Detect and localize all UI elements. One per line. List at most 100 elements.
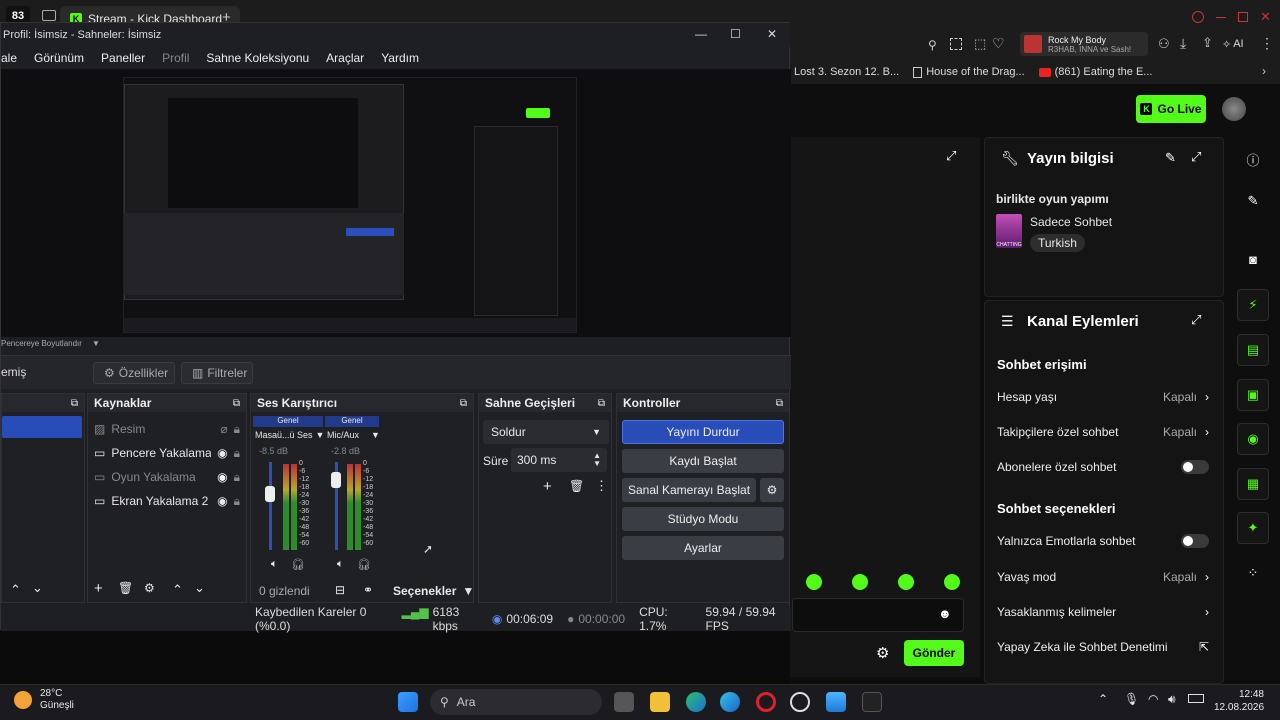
download-icon[interactable]: ⤓ bbox=[1180, 35, 1186, 52]
scene-item-selected[interactable] bbox=[2, 416, 82, 438]
edge-icon[interactable] bbox=[686, 692, 706, 712]
mixer-layout-icon[interactable]: ⊟ bbox=[335, 583, 345, 597]
start-recording-button[interactable]: Kaydı Başlat bbox=[622, 449, 784, 473]
screenshot-icon[interactable] bbox=[950, 38, 962, 50]
info-icon[interactable]: ⓘ bbox=[1237, 143, 1269, 175]
desktop-audio-name[interactable]: Masaü...ü Ses ▼ bbox=[255, 430, 324, 440]
stream-preview[interactable] bbox=[123, 77, 577, 333]
profile-icon[interactable]: ⚇ bbox=[1158, 36, 1170, 52]
notes-icon[interactable]: ▤ bbox=[1237, 334, 1269, 366]
edit-rail-icon[interactable]: ✎ bbox=[1237, 185, 1269, 217]
float-icon[interactable]: ⧉ bbox=[598, 398, 605, 409]
menu-tools[interactable]: Araçlar bbox=[326, 51, 364, 65]
bookmark-lost[interactable]: Lost 3. Sezon 12. B... bbox=[794, 66, 899, 78]
emote-icon[interactable] bbox=[898, 574, 914, 590]
weather-widget[interactable]: 28°C Güneşli bbox=[14, 688, 74, 712]
scene-down-icon[interactable]: ⌄ bbox=[32, 580, 43, 596]
source-item[interactable]: ▭ Pencere Yakalama ◉ 🔒︎ bbox=[94, 442, 240, 464]
float-icon[interactable]: ⧉ bbox=[233, 398, 240, 409]
emoji-icon[interactable]: ☻ bbox=[938, 606, 952, 621]
speaker-icon[interactable]: 🔈︎ bbox=[271, 558, 278, 571]
obs-icon[interactable] bbox=[790, 692, 810, 712]
taskbar-clock[interactable]: 12:48 12.08.2026 bbox=[1214, 688, 1264, 714]
tab-actions-icon[interactable] bbox=[42, 10, 56, 21]
category-name[interactable]: Sadece Sohbet bbox=[1030, 215, 1112, 229]
followers-only-row[interactable]: Takipçilere özel sohbet Kapalı › bbox=[997, 425, 1209, 439]
trash-icon[interactable]: 🗑︎ bbox=[118, 581, 133, 595]
desktop-fader-handle[interactable] bbox=[265, 486, 275, 502]
stop-stream-button[interactable]: Yayını Durdur bbox=[622, 420, 784, 444]
photos-icon[interactable] bbox=[826, 692, 846, 712]
menu-docks[interactable]: Paneller bbox=[101, 51, 145, 65]
eye-hidden-icon[interactable]: ⌀ bbox=[220, 422, 227, 436]
add-transition-icon[interactable]: + bbox=[543, 478, 552, 495]
app-icon[interactable] bbox=[862, 692, 882, 712]
menu-scene-collection[interactable]: Sahne Koleksiyonu bbox=[206, 51, 309, 65]
share-icon[interactable]: ⇪ bbox=[1202, 35, 1213, 51]
eye-icon[interactable]: ◉ bbox=[217, 446, 227, 460]
task-view-icon[interactable] bbox=[614, 692, 634, 712]
studio-mode-button[interactable]: Stüdyo Modu bbox=[622, 507, 784, 531]
transition-select[interactable]: Soldur ▼ bbox=[483, 420, 609, 444]
menu-view[interactable]: Görünüm bbox=[34, 51, 84, 65]
lightning-icon[interactable]: ⚡︎ bbox=[1237, 289, 1269, 321]
headphones-icon[interactable]: 🎧︎ bbox=[357, 558, 371, 571]
close-icon[interactable]: ✕ bbox=[767, 27, 777, 41]
lock-icon[interactable]: 🔒︎ bbox=[234, 422, 240, 437]
source-item[interactable]: ▨ Resim ⌀ 🔒︎ bbox=[94, 418, 240, 440]
extension-icon[interactable]: ⬚ bbox=[974, 36, 986, 52]
opera-icon[interactable] bbox=[756, 692, 776, 712]
broadcast-icon[interactable]: ◉ bbox=[1237, 423, 1269, 455]
account-age-row[interactable]: Hesap yaşı Kapalı › bbox=[997, 390, 1209, 404]
ai-moderation-row[interactable]: Yapay Zeka ile Sohbet Denetimi ⇱ bbox=[997, 640, 1209, 654]
source-up-icon[interactable]: ⌃ bbox=[172, 582, 183, 598]
float-icon[interactable]: ⧉ bbox=[776, 398, 783, 409]
speaker-icon[interactable]: 🔈︎ bbox=[337, 558, 344, 571]
menu-file[interactable]: ale bbox=[1, 51, 17, 65]
source-down-icon[interactable]: ⌄ bbox=[194, 580, 205, 596]
layout-icon[interactable]: ▦ bbox=[1237, 468, 1269, 500]
lock-icon[interactable]: 🔒︎ bbox=[234, 470, 240, 485]
mixer-options-button[interactable]: Seçenekler ▼ bbox=[393, 584, 474, 598]
user-avatar[interactable] bbox=[1222, 97, 1246, 121]
browser-menu-icon[interactable]: ⋮ bbox=[1260, 35, 1274, 52]
file-explorer-icon[interactable] bbox=[650, 692, 670, 712]
emote-icon[interactable] bbox=[806, 574, 822, 590]
maximize-icon[interactable]: ☐ bbox=[730, 27, 741, 41]
stepper-arrows-icon[interactable]: ▲ ▼ bbox=[593, 452, 601, 468]
eye-icon[interactable]: ◉ bbox=[217, 470, 227, 484]
taskbar-search[interactable]: ⚲ Ara bbox=[430, 689, 602, 715]
minimize-icon[interactable]: — bbox=[695, 27, 707, 41]
bookmark-house-of-dragon[interactable]: House of the Drag... bbox=[913, 66, 1025, 78]
popout-center-icon[interactable]: ⤢ bbox=[946, 148, 956, 164]
bookmarks-overflow-icon[interactable]: › bbox=[1262, 64, 1266, 78]
wifi-icon[interactable]: ◠ bbox=[1148, 692, 1158, 706]
settings-button[interactable]: Ayarlar bbox=[622, 536, 784, 560]
virtual-camera-button[interactable]: Sanal Kamerayı Başlat bbox=[622, 478, 756, 502]
scene-up-icon[interactable]: ⌃ bbox=[10, 582, 21, 598]
windows-start-icon[interactable] bbox=[398, 692, 418, 712]
volume-icon[interactable]: 🔊︎ bbox=[1168, 692, 1176, 707]
mic-fader-handle[interactable] bbox=[331, 472, 341, 488]
menu-help[interactable]: Yardım bbox=[381, 51, 419, 65]
popout-icon[interactable]: ⤢ bbox=[1191, 149, 1201, 165]
emote-icon[interactable] bbox=[944, 574, 960, 590]
pin-icon[interactable]: ⚲ bbox=[928, 38, 937, 52]
apps-icon[interactable]: ⁘ bbox=[1237, 557, 1269, 589]
source-settings-icon[interactable]: ⚙ bbox=[144, 581, 155, 595]
chat-settings-icon[interactable]: ⚙ bbox=[876, 644, 889, 662]
emote-only-toggle[interactable] bbox=[1181, 534, 1209, 548]
float-icon[interactable]: ⧉ bbox=[71, 398, 78, 409]
tray-chevron-icon[interactable]: ⌃ bbox=[1098, 692, 1108, 706]
fit-to-window-label[interactable]: Pencereye Boyutlandır ▼ bbox=[1, 339, 100, 348]
mic-tray-icon[interactable]: 🎙︎ bbox=[1124, 692, 1139, 706]
properties-button[interactable]: ⚙ Özellikler bbox=[93, 362, 175, 384]
send-button[interactable]: Gönder bbox=[904, 640, 964, 666]
banned-words-row[interactable]: Yasaklanmış kelimeler › bbox=[997, 605, 1209, 619]
filters-button[interactable]: ▥ Filtreler bbox=[181, 362, 253, 384]
maximize-browser-icon[interactable] bbox=[1238, 12, 1248, 22]
virtual-camera-settings-icon[interactable]: ⚙ bbox=[760, 478, 784, 502]
media-control-card[interactable]: Rock My Body R3HAB, INNA ve Sash! bbox=[1020, 32, 1148, 56]
favorite-icon[interactable]: ♡ bbox=[992, 35, 1005, 52]
eye-icon[interactable]: ◉ bbox=[217, 494, 227, 508]
